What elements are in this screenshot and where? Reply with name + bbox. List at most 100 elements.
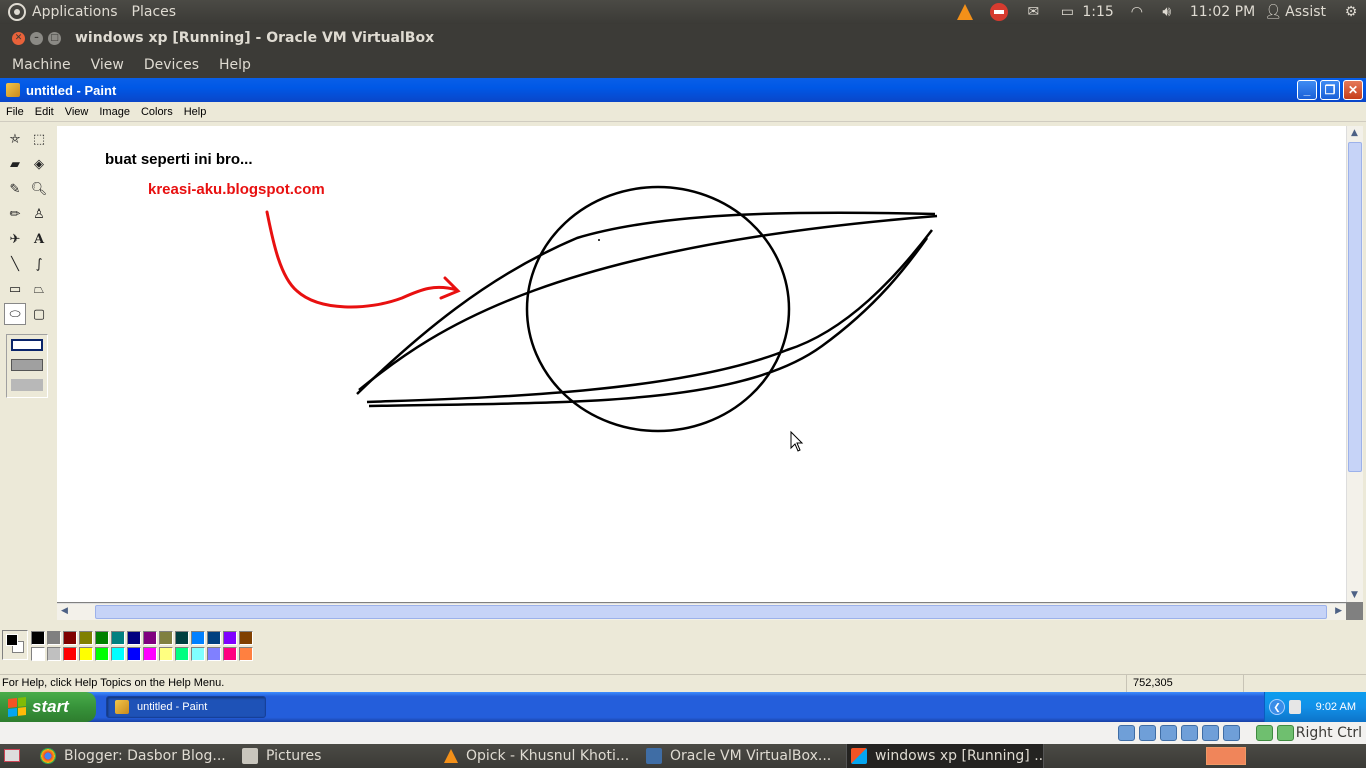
- applications-menu[interactable]: Applications: [32, 4, 118, 20]
- color-swatch[interactable]: [159, 631, 173, 645]
- magnifier-icon[interactable]: 🔍︎: [28, 178, 50, 200]
- usb-icon[interactable]: [1160, 725, 1177, 741]
- start-button[interactable]: start: [0, 692, 96, 722]
- workspace-switcher[interactable]: [1206, 747, 1246, 765]
- airbrush-icon[interactable]: ✈: [4, 228, 26, 250]
- color-swatch[interactable]: [79, 631, 93, 645]
- paint-menu-file[interactable]: File: [6, 106, 24, 118]
- color-swatch[interactable]: [159, 647, 173, 661]
- scroll-left-icon[interactable]: ◀: [61, 606, 68, 616]
- paint-menu-image[interactable]: Image: [99, 106, 130, 118]
- top-clock[interactable]: 11:02 PM: [1182, 4, 1263, 20]
- color-swatch[interactable]: [111, 631, 125, 645]
- text-tool-icon[interactable]: A: [28, 228, 50, 250]
- paint-menu-colors[interactable]: Colors: [141, 106, 173, 118]
- stop-icon[interactable]: [984, 0, 1014, 24]
- window-list-item-opick[interactable]: Opick - Khusnul Khoti...: [444, 744, 640, 768]
- window-list-item-blogger[interactable]: Blogger: Dasbor Blog...: [40, 744, 236, 768]
- color-swatch[interactable]: [207, 647, 221, 661]
- rect-select-icon[interactable]: ⬚: [28, 128, 50, 150]
- color-swatch[interactable]: [143, 631, 157, 645]
- vertical-scrollbar[interactable]: ▲ ▼: [1346, 126, 1363, 602]
- close-icon[interactable]: ✕: [12, 31, 25, 45]
- wifi-icon[interactable]: ◠: [1122, 0, 1152, 24]
- color-swatch[interactable]: [223, 647, 237, 661]
- user-name[interactable]: Assist: [1283, 4, 1336, 20]
- battery-time[interactable]: 1:15: [1082, 4, 1121, 20]
- fill-bucket-icon[interactable]: ◈: [28, 153, 50, 175]
- show-desktop-icon[interactable]: [4, 749, 20, 762]
- tray-device-icon[interactable]: [1289, 700, 1301, 714]
- scroll-right-icon[interactable]: ▶: [1335, 606, 1342, 616]
- paint-menu-help[interactable]: Help: [184, 106, 207, 118]
- color-swatch[interactable]: [143, 647, 157, 661]
- window-list-item-pictures[interactable]: Pictures: [242, 744, 438, 768]
- xp-close-icon[interactable]: ✕: [1343, 80, 1363, 100]
- color-swatch[interactable]: [79, 647, 93, 661]
- volume-icon[interactable]: 🔊︎: [1152, 0, 1182, 24]
- color-swatch[interactable]: [95, 647, 109, 661]
- paint-app-icon[interactable]: [6, 83, 20, 97]
- color-swatch[interactable]: [127, 647, 141, 661]
- taskbar-item-paint[interactable]: untitled - Paint: [106, 696, 266, 718]
- color-swatch[interactable]: [175, 647, 189, 661]
- color-swatch[interactable]: [191, 647, 205, 661]
- color-swatch[interactable]: [95, 631, 109, 645]
- color-swatch[interactable]: [223, 631, 237, 645]
- color-swatch[interactable]: [47, 647, 61, 661]
- xp-clock[interactable]: 9:02 AM: [1316, 701, 1356, 713]
- menu-help[interactable]: Help: [219, 57, 251, 73]
- eraser-icon[interactable]: ▰: [4, 153, 26, 175]
- horizontal-scrollbar[interactable]: ◀ ▶: [57, 603, 1346, 620]
- optical-drive-icon[interactable]: [1139, 725, 1156, 741]
- capture-icon[interactable]: [1256, 725, 1273, 741]
- display-icon[interactable]: [1223, 725, 1240, 741]
- scroll-up-icon[interactable]: ▲: [1351, 128, 1358, 138]
- vertical-scroll-thumb[interactable]: [1348, 142, 1362, 472]
- paint-menu-edit[interactable]: Edit: [35, 106, 54, 118]
- mouse-integration-icon[interactable]: [1277, 725, 1294, 741]
- show-hidden-icons-icon[interactable]: ❮: [1269, 699, 1285, 715]
- color-swatch[interactable]: [47, 631, 61, 645]
- rounded-rect-icon[interactable]: ▢: [28, 303, 50, 325]
- color-swatch[interactable]: [207, 631, 221, 645]
- places-menu[interactable]: Places: [132, 4, 177, 20]
- maximize-icon[interactable]: □: [48, 31, 61, 45]
- battery-icon[interactable]: ▭: [1052, 0, 1082, 24]
- color-swatch[interactable]: [239, 631, 253, 645]
- paint-menu-view[interactable]: View: [65, 106, 89, 118]
- hard-disk-icon[interactable]: [1118, 725, 1135, 741]
- color-swatch[interactable]: [111, 647, 125, 661]
- power-gear-icon[interactable]: ⚙: [1336, 0, 1366, 24]
- minimize-icon[interactable]: –: [30, 31, 43, 45]
- color-swatch[interactable]: [31, 647, 45, 661]
- ellipse-icon[interactable]: ⬭: [4, 303, 26, 325]
- color-swatch[interactable]: [191, 631, 205, 645]
- xp-minimize-icon[interactable]: _: [1297, 80, 1317, 100]
- line-icon[interactable]: ╲: [4, 253, 26, 275]
- mail-icon[interactable]: ✉: [1018, 0, 1048, 24]
- color-swatch[interactable]: [31, 631, 45, 645]
- free-select-icon[interactable]: ⛤: [4, 128, 26, 150]
- color-swatch[interactable]: [63, 647, 77, 661]
- menu-machine[interactable]: Machine: [12, 57, 71, 73]
- vlc-icon[interactable]: [950, 0, 980, 24]
- menu-devices[interactable]: Devices: [144, 57, 199, 73]
- fill-option-outline[interactable]: [11, 339, 43, 351]
- brush-icon[interactable]: ♙: [28, 203, 50, 225]
- menu-view[interactable]: View: [91, 57, 124, 73]
- color-swatch[interactable]: [127, 631, 141, 645]
- pencil-icon[interactable]: ✏: [4, 203, 26, 225]
- fill-option-filled[interactable]: [11, 379, 43, 391]
- curve-icon[interactable]: ∫: [28, 253, 50, 275]
- color-picker-icon[interactable]: ✎: [4, 178, 26, 200]
- shared-folder-icon[interactable]: [1202, 725, 1219, 741]
- drawing-canvas[interactable]: buat seperti ini bro... kreasi-aku.blogs…: [57, 126, 1346, 602]
- window-list-item-virtualbox[interactable]: Oracle VM VirtualBox...: [646, 744, 842, 768]
- rectangle-icon[interactable]: ▭: [4, 278, 26, 300]
- ubuntu-logo-icon[interactable]: [8, 3, 26, 21]
- color-swatch[interactable]: [63, 631, 77, 645]
- horizontal-scroll-thumb[interactable]: [95, 605, 1327, 619]
- fill-option-outline-filled[interactable]: [11, 359, 43, 371]
- network-icon[interactable]: [1181, 725, 1198, 741]
